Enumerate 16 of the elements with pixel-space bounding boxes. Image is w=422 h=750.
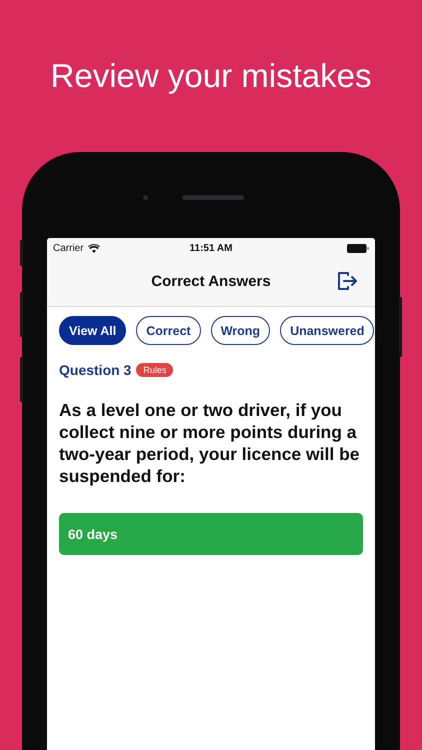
question-text: As a level one or two driver, if you collect nine or more points during a two-year period, your licence will be suspended for:: [58, 399, 360, 487]
filter-tab[interactable]: Unanswered: [280, 316, 374, 345]
filter-tab[interactable]: Correct: [136, 316, 201, 345]
category-tag: Rules: [136, 363, 174, 377]
filter-tab[interactable]: View All: [59, 316, 126, 345]
carrier-label: Carrier: [53, 243, 84, 254]
battery-icon: [346, 244, 369, 253]
camera-icon: [143, 195, 148, 200]
clock: 11:51 AM: [190, 243, 232, 254]
screen-title: Correct Answers: [151, 273, 271, 290]
logout-icon[interactable]: [336, 270, 358, 292]
headline: Review your mistakes: [50, 56, 372, 95]
filter-tab[interactable]: Wrong: [210, 316, 270, 345]
wifi-icon: [88, 244, 100, 253]
speaker-grille: [182, 195, 244, 200]
question-number: Question 3: [59, 362, 132, 378]
